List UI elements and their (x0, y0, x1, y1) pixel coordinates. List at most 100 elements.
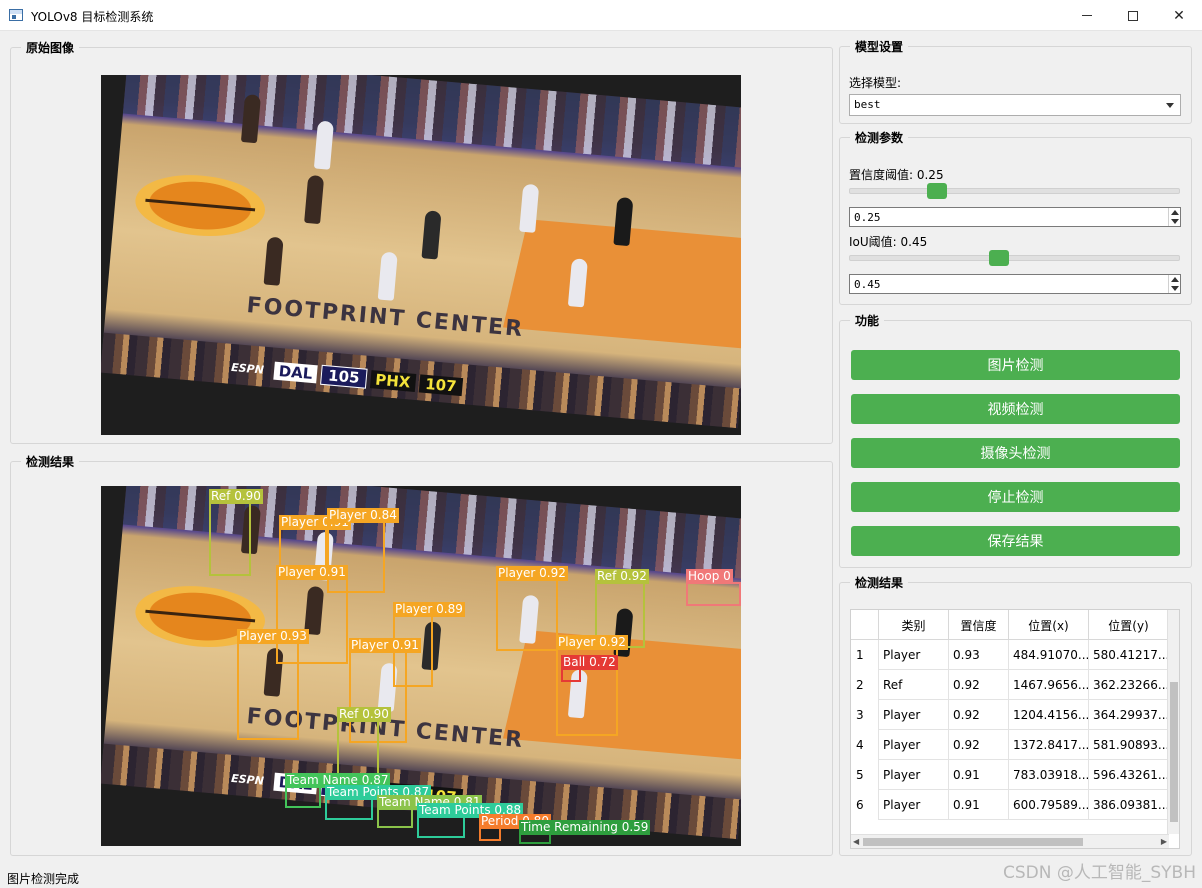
detection-label: Ref 0.92 (595, 569, 649, 584)
cell-confidence: 0.93 (949, 640, 1009, 670)
column-header-class[interactable]: 类别 (879, 610, 949, 640)
cell-y: 580.41217... (1089, 640, 1169, 670)
table-header: 类别 置信度 位置(x) 位置(y) (851, 610, 1169, 640)
results-table[interactable]: 类别 置信度 位置(x) 位置(y) 1 Player 0.93 484.910… (850, 609, 1180, 849)
iou-spinbox-buttons[interactable] (1168, 275, 1180, 293)
spin-up-icon[interactable] (1171, 277, 1179, 282)
scroll-left-icon[interactable]: ◀ (853, 837, 859, 846)
row-index: 2 (851, 670, 879, 700)
detection-box: Team Name 0.87 (285, 773, 391, 808)
status-text: 图片检测完成 (7, 872, 80, 886)
table-row[interactable]: 6 Player 0.91 600.79589... 386.09381... (851, 790, 1169, 820)
table-vertical-scrollbar[interactable] (1167, 610, 1179, 834)
camera-detect-button[interactable]: 摄像头检测 (851, 438, 1180, 468)
scroll-right-icon[interactable]: ▶ (1161, 837, 1167, 846)
detection-label: Ref 0.90 (209, 489, 263, 504)
table-corner[interactable] (851, 610, 879, 640)
select-model-label: 选择模型: (849, 76, 902, 90)
confidence-label: 置信度阈值: 0.25 (849, 168, 944, 182)
confidence-spinbox-value: 0.25 (854, 211, 881, 224)
original-court-scene: FOOTPRINT CENTER ESPN DAL 105 PHX 107 (101, 75, 741, 429)
table-body: 1 Player 0.93 484.91070... 580.41217... … (851, 640, 1169, 820)
confidence-spinbox-buttons[interactable] (1168, 208, 1180, 226)
detection-label: Time Remaining 0.59 (519, 820, 651, 835)
cell-class: Player (879, 760, 949, 790)
horizontal-scroll-thumb[interactable] (863, 838, 1083, 846)
model-select-value: best (854, 98, 881, 111)
minimize-icon (1082, 15, 1092, 16)
cell-class: Player (879, 700, 949, 730)
cell-y: 581.90893... (1089, 730, 1169, 760)
detection-box: Team Points 0.88 (417, 803, 524, 838)
cell-y: 596.43261... (1089, 760, 1169, 790)
results-table-title: 检测结果 (850, 574, 909, 591)
player-figure (377, 251, 398, 301)
cell-y: 364.29937... (1089, 700, 1169, 730)
detection-box: Hoop 0 (686, 569, 741, 606)
column-header-y[interactable]: 位置(y) (1089, 610, 1169, 640)
result-image-view: FOOTPRINT CENTER ESPN DAL 105 PHX 107 Re… (101, 486, 741, 846)
spin-down-icon[interactable] (1171, 219, 1179, 224)
cell-class: Player (879, 730, 949, 760)
table-row[interactable]: 2 Ref 0.92 1467.9656... 362.23266... (851, 670, 1169, 700)
watermark: CSDN @人工智能_SYBH (1003, 863, 1196, 883)
confidence-spinbox[interactable]: 0.25 (849, 207, 1181, 227)
minimize-button[interactable] (1064, 0, 1110, 31)
detection-box: Player 0.92 (496, 566, 568, 651)
table-horizontal-scrollbar[interactable]: ◀ ▶ (851, 834, 1169, 848)
scorebug-score2: 107 (418, 374, 464, 397)
center-court-logo (132, 170, 268, 242)
original-image-view: FOOTPRINT CENTER ESPN DAL 105 PHX 107 (101, 75, 741, 435)
functions-title: 功能 (850, 312, 885, 329)
table-row[interactable]: 4 Player 0.92 1372.8417... 581.90893... (851, 730, 1169, 760)
column-header-x[interactable]: 位置(x) (1009, 610, 1089, 640)
cell-y: 386.09381... (1089, 790, 1169, 820)
close-icon: ✕ (1173, 7, 1185, 24)
model-settings-title: 模型设置 (850, 38, 909, 55)
player-figure (421, 210, 442, 260)
result-image-title: 检测结果 (21, 453, 80, 470)
player-figure (313, 120, 335, 170)
row-index: 5 (851, 760, 879, 790)
iou-label: IoU阈值: 0.45 (849, 235, 928, 249)
app-window-icon (9, 9, 23, 21)
stop-detect-button[interactable]: 停止检测 (851, 482, 1180, 512)
results-table-group: 检测结果 类别 置信度 位置(x) 位置(y) 1 Player 0.93 48… (839, 574, 1192, 856)
image-detect-button[interactable]: 图片检测 (851, 350, 1180, 380)
crowd-area (122, 75, 741, 170)
table-row[interactable]: 1 Player 0.93 484.91070... 580.41217... (851, 640, 1169, 670)
model-select[interactable]: best (849, 94, 1181, 116)
table-row[interactable]: 5 Player 0.91 783.03918... 596.43261... (851, 760, 1169, 790)
iou-spinbox[interactable]: 0.45 (849, 274, 1181, 294)
cell-class: Player (879, 640, 949, 670)
confidence-slider[interactable] (849, 183, 1180, 199)
column-header-confidence[interactable]: 置信度 (949, 610, 1009, 640)
iou-slider[interactable] (849, 250, 1180, 266)
detection-params-title: 检测参数 (850, 129, 909, 146)
row-index: 1 (851, 640, 879, 670)
spin-up-icon[interactable] (1171, 210, 1179, 215)
confidence-slider-handle[interactable] (927, 183, 947, 199)
cell-x: 783.03918... (1009, 760, 1089, 790)
cell-confidence: 0.92 (949, 700, 1009, 730)
detection-box: Player 0.93 (237, 629, 309, 740)
cell-x: 1467.9656... (1009, 670, 1089, 700)
vertical-scroll-thumb[interactable] (1170, 682, 1178, 822)
player-figure (240, 94, 262, 144)
close-button[interactable]: ✕ (1156, 0, 1202, 31)
detection-box: Time Remaining 0.59 (519, 820, 651, 844)
maximize-button[interactable] (1110, 0, 1156, 31)
iou-slider-handle[interactable] (989, 250, 1009, 266)
scorebug-team2: PHX (369, 370, 417, 392)
video-detect-button[interactable]: 视频检测 (851, 394, 1180, 424)
detection-box: Team Points 0.87 (325, 785, 432, 820)
detection-label: Hoop 0 (686, 569, 733, 584)
scorebug-brand: ESPN (230, 771, 265, 788)
cell-class: Player (879, 790, 949, 820)
save-results-button[interactable]: 保存结果 (851, 526, 1180, 556)
functions-group: 功能 图片检测 视频检测 摄像头检测 停止检测 保存结果 (839, 312, 1192, 568)
spin-down-icon[interactable] (1171, 286, 1179, 291)
cell-x: 1204.4156... (1009, 700, 1089, 730)
detection-label: Player 0.92 (556, 635, 628, 650)
table-row[interactable]: 3 Player 0.92 1204.4156... 364.29937... (851, 700, 1169, 730)
